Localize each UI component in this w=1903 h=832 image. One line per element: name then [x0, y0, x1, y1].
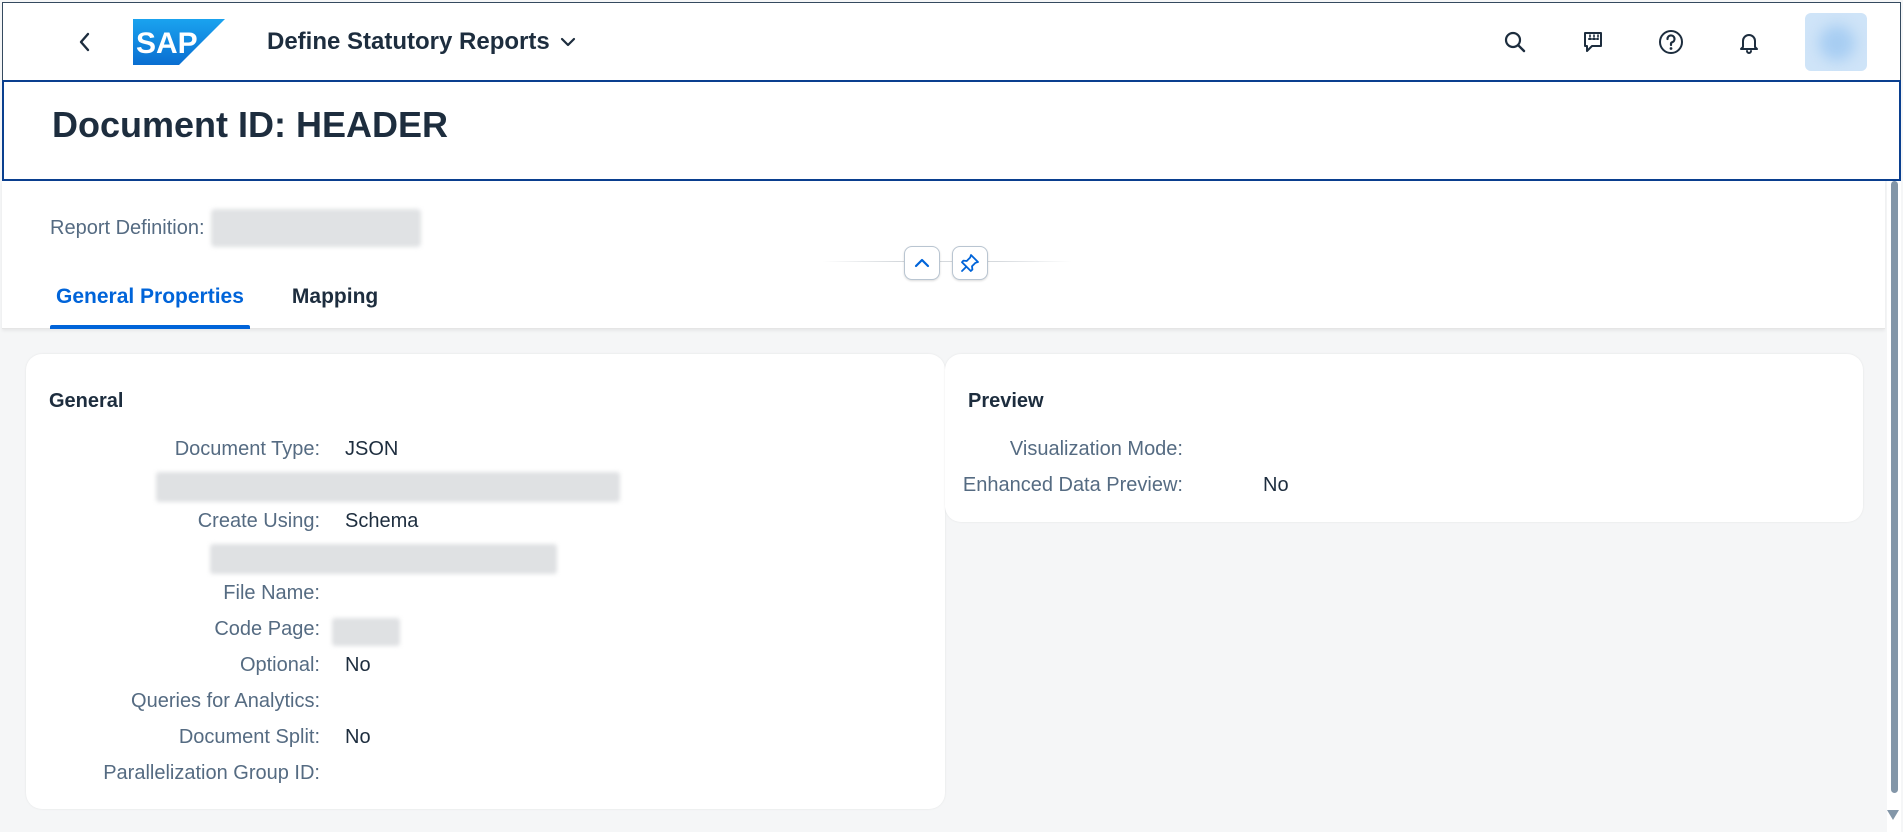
- form-row-code-page: Code Page:: [26, 618, 945, 648]
- redacted-field-row: [210, 544, 557, 574]
- form-row-queries-for-analytics: Queries for Analytics:: [26, 690, 945, 720]
- form-row-document-type: Document Type: JSON: [26, 438, 945, 468]
- create-using-value: Schema: [345, 510, 419, 532]
- tab-general-properties[interactable]: General Properties: [50, 271, 250, 329]
- document-split-value: No: [345, 726, 371, 748]
- enhanced-data-preview-label: Enhanced Data Preview:: [962, 474, 1183, 496]
- pin-header-button[interactable]: [952, 246, 988, 280]
- create-using-label: Create Using:: [197, 510, 320, 532]
- general-card: General Document Type: JSON Create Using…: [26, 354, 945, 809]
- back-icon: [79, 32, 90, 51]
- optional-label: Optional:: [239, 654, 320, 676]
- feedback-icon: [1584, 32, 1602, 52]
- sap-logo[interactable]: SAP: [133, 18, 225, 65]
- preview-section-title: Preview: [968, 390, 1044, 412]
- shell-actions: [1493, 3, 1900, 81]
- page-title: Document ID: HEADER: [52, 104, 449, 145]
- general-section-title: General: [49, 390, 124, 412]
- scroll-down-arrow[interactable]: [1887, 810, 1899, 820]
- object-page-title-bar: Document ID: HEADER: [2, 80, 1901, 181]
- report-definition-label: Report Definition:: [50, 216, 205, 239]
- app-title: Define Statutory Reports: [267, 27, 550, 55]
- tab-mapping[interactable]: Mapping: [286, 271, 384, 329]
- redacted-field-row: [156, 472, 620, 502]
- back-button[interactable]: [65, 22, 105, 62]
- search-button[interactable]: [1493, 20, 1537, 64]
- queries-for-analytics-label: Queries for Analytics:: [131, 690, 320, 712]
- document-type-label: Document Type:: [174, 438, 320, 460]
- user-avatar[interactable]: [1805, 13, 1867, 71]
- document-split-label: Document Split:: [178, 726, 320, 748]
- scrollbar-thumb[interactable]: [1891, 181, 1898, 793]
- code-page-value-redacted: [332, 618, 400, 646]
- help-button[interactable]: [1649, 20, 1693, 64]
- chevron-up-icon: [914, 258, 930, 268]
- report-definition: Report Definition:: [50, 209, 421, 247]
- svg-text:SAP: SAP: [136, 27, 198, 60]
- app-title-menu[interactable]: Define Statutory Reports: [267, 28, 576, 56]
- feedback-button[interactable]: [1571, 20, 1615, 64]
- report-definition-value-redacted: [210, 209, 421, 247]
- notification-bell-icon: [1740, 34, 1758, 54]
- form-row-visualization-mode: Visualization Mode:: [945, 438, 1863, 468]
- form-row-parallelization-group-id: Parallelization Group ID:: [26, 762, 945, 792]
- notifications-button[interactable]: [1727, 20, 1771, 64]
- help-icon: [1659, 30, 1683, 54]
- form-row-enhanced-data-preview: Enhanced Data Preview: No: [945, 474, 1863, 504]
- visualization-mode-label: Visualization Mode:: [1009, 438, 1183, 460]
- form-row-file-name: File Name:: [26, 582, 945, 612]
- shell-bar: SAP Define Statutory Reports: [2, 2, 1901, 80]
- header-divider: [822, 261, 1072, 262]
- form-row-optional: Optional: No: [26, 654, 945, 684]
- anchor-tab-bar: General Properties Mapping: [50, 271, 420, 329]
- optional-value: No: [345, 654, 371, 676]
- form-row-create-using: Create Using: Schema: [26, 510, 945, 540]
- file-name-label: File Name:: [223, 582, 320, 604]
- document-type-value: JSON: [345, 438, 399, 460]
- enhanced-data-preview-value: No: [1263, 474, 1289, 496]
- preview-card: Preview Visualization Mode: Enhanced Dat…: [945, 354, 1863, 522]
- chevron-down-icon: [560, 37, 576, 47]
- parallelization-group-id-label: Parallelization Group ID:: [103, 762, 320, 784]
- search-icon: [1504, 31, 1526, 53]
- collapse-header-button[interactable]: [904, 246, 940, 280]
- object-page-header-content: Report Definition: General Properties Ma…: [2, 181, 1885, 329]
- code-page-label: Code Page:: [214, 618, 320, 640]
- form-row-document-split: Document Split: No: [26, 726, 945, 756]
- pin-icon: [961, 254, 979, 272]
